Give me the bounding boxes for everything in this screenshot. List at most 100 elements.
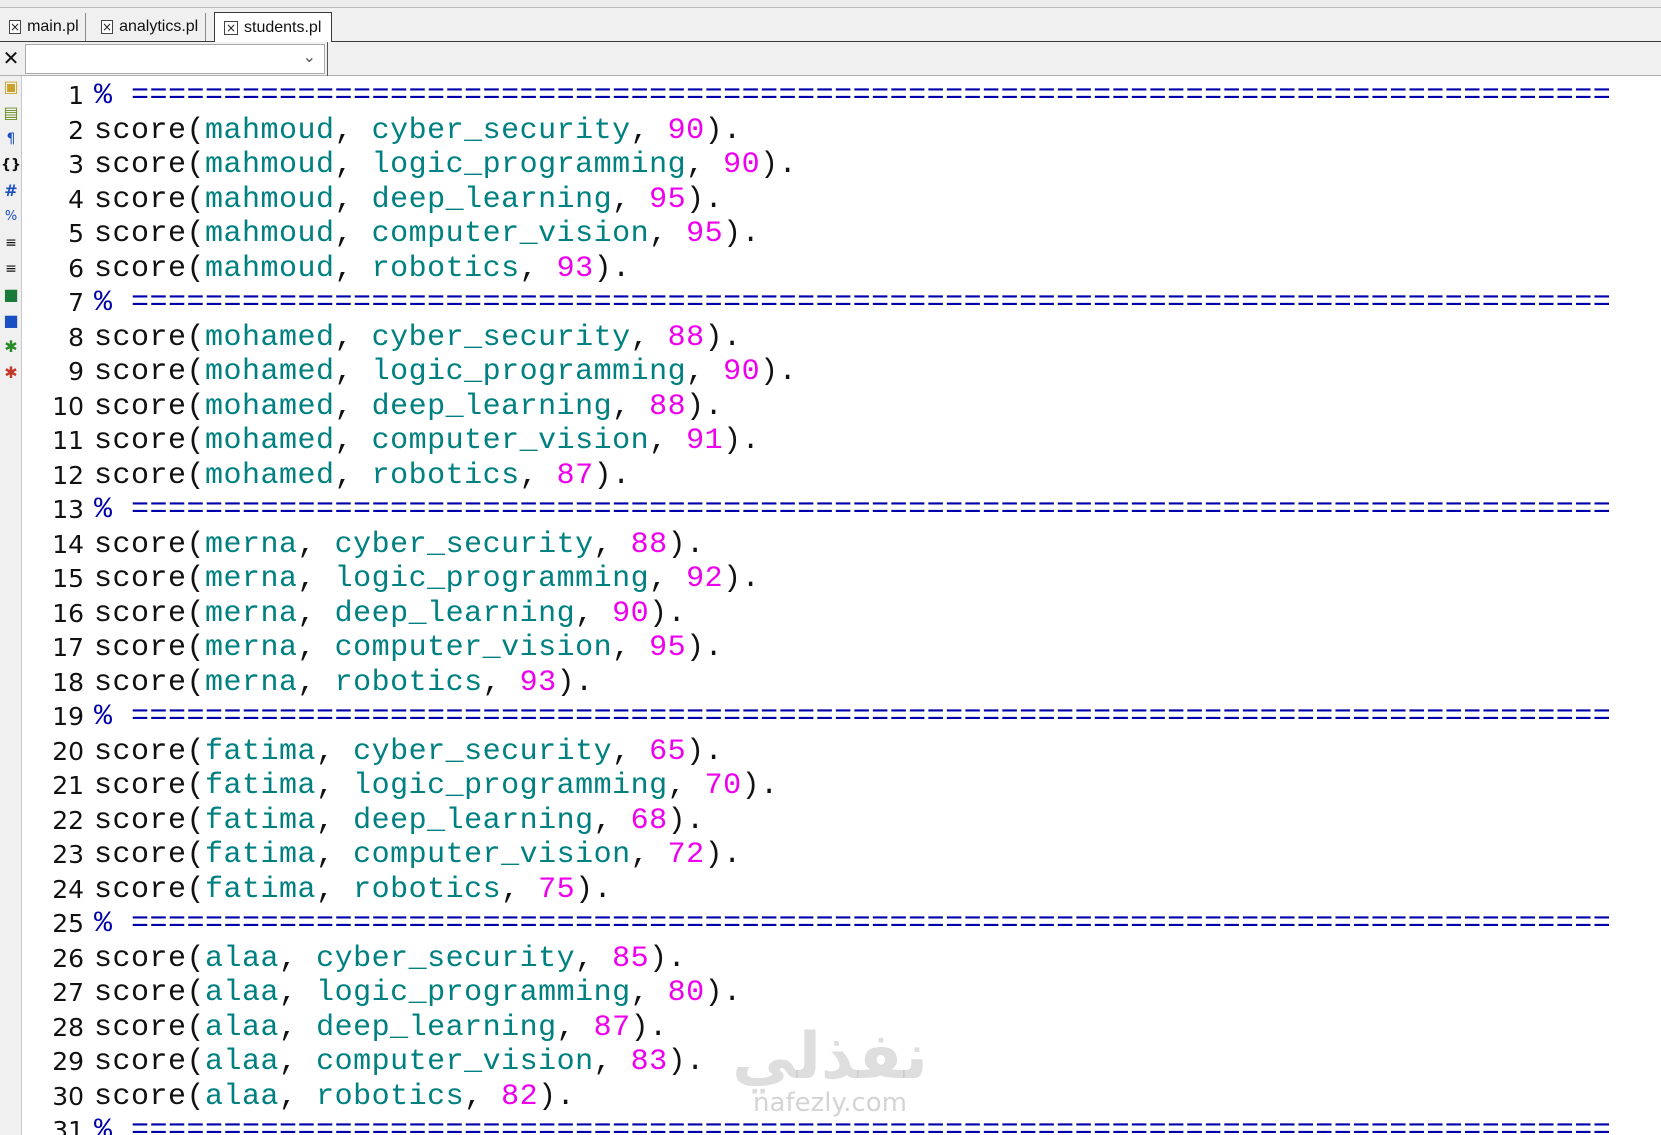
code-line-fact: 14 score(merna, cyber_security, 88). [22,528,1661,563]
open-paren: ( [186,803,206,838]
score-value: 95 [649,182,687,217]
open-paren: ( [186,734,206,769]
comma: , [482,665,520,700]
percent-icon[interactable]: % [1,206,21,228]
fact-text: score(mohamed, robotics, 87). [94,459,631,494]
open-paren: ( [186,389,206,424]
comma: , [334,148,372,182]
student-atom: alaa [205,1010,280,1045]
pilcrow-icon[interactable]: ¶ [1,128,21,150]
open-paren: ( [186,1010,206,1045]
score-value: 93 [556,251,594,286]
subject-atom: cyber_security [371,113,631,148]
bug-stop-icon[interactable]: ✱ [1,362,21,384]
braces-icon[interactable]: {} [1,154,21,176]
predicate-name: score [94,1010,187,1045]
tab-close-icon[interactable]: × [101,20,114,34]
student-atom: mohamed [205,458,335,493]
close-paren-dot: ). [704,976,742,1010]
comma: , [316,872,354,907]
chevron-down-icon[interactable]: ⌄ [303,47,316,66]
outdent-icon[interactable]: ≡ [1,258,21,280]
comma: , [667,769,705,803]
bookmark-clear-icon[interactable]: ■ [1,310,21,332]
close-paren-dot: ). [704,838,742,872]
predicate-name: score [94,665,187,700]
code-line-fact: 8 score(mohamed, cyber_security, 88). [22,321,1661,356]
student-atom: mahmoud [205,113,335,148]
comma: , [279,976,317,1010]
code-line-fact: 15 score(merna, logic_programming, 92). [22,562,1661,597]
tab-students-pl[interactable]: × students.pl [214,12,332,42]
code-line-comment: 19 % ====================================… [22,700,1661,735]
score-value: 90 [667,113,705,148]
score-value: 91 [686,424,724,458]
subject-atom: deep_learning [334,596,576,631]
tab-label: main.pl [27,18,79,35]
line-number: 26 [52,943,84,973]
editor-toolbar: ✕ ⌄ [0,42,1661,76]
close-paren-dot: ). [593,251,631,286]
comma: , [297,562,335,596]
open-file-icon[interactable]: ▣ [1,76,21,98]
line-number: 3 [68,150,84,179]
predicate-name: score [94,769,187,803]
line-number: 31 [52,1116,84,1135]
close-paren-dot: ). [760,148,798,182]
student-atom: mahmoud [205,182,335,217]
comma: , [519,458,557,493]
open-paren: ( [186,217,206,251]
fact-text: score(fatima, logic_programming, 70). [94,769,779,804]
subject-atom: cyber_security [371,320,631,355]
score-value: 83 [630,1045,668,1079]
predicate-dropdown[interactable]: ⌄ [25,44,325,74]
code-line-comment: 1 % =====================================… [22,79,1661,114]
hash-icon[interactable]: # [1,180,21,202]
line-number: 11 [52,426,84,455]
tab-label: analytics.pl [119,18,199,35]
fact-text: score(mahmoud, cyber_security, 90). [94,114,742,149]
student-atom: fatima [205,769,317,803]
comma: , [334,251,372,286]
bug-icon[interactable]: ✱ [1,336,21,358]
comma: , [612,631,650,665]
tab-close-icon[interactable]: × [224,20,238,35]
close-paren-dot: ). [649,941,687,976]
line-number: 13 [52,495,84,524]
code-editor[interactable]: 1 % =====================================… [22,76,1661,1135]
code-line-comment: 25 % ====================================… [22,907,1661,942]
open-paren: ( [186,941,206,976]
comma: , [649,562,687,596]
line-number: 16 [52,598,84,628]
bookmark-icon[interactable]: ■ [1,284,21,306]
predicate-name: score [94,458,187,493]
predicate-name: score [94,389,187,424]
predicate-name: score [94,251,187,286]
code-line-fact: 20 score(fatima, cyber_security, 65). [22,735,1661,770]
open-paren: ( [186,1079,206,1114]
student-atom: merna [205,527,298,562]
fact-text: score(alaa, robotics, 82). [94,1080,575,1115]
subject-atom: robotics [371,251,520,286]
tab-main-pl[interactable]: × main.pl [0,13,86,41]
line-number: 20 [52,736,84,766]
close-icon[interactable]: ✕ [0,46,22,70]
comma: , [575,596,613,631]
score-value: 80 [667,976,705,1010]
tab-close-icon[interactable]: × [9,20,22,34]
subject-atom: robotics [334,665,483,700]
student-atom: mahmoud [205,148,335,182]
indent-icon[interactable]: ≡ [1,232,21,254]
predicate-name: score [94,941,187,976]
student-atom: fatima [205,872,317,907]
fact-text: score(alaa, logic_programming, 80). [94,976,742,1011]
close-paren-dot: ). [686,389,724,424]
save-file-icon[interactable]: ▤ [1,102,21,124]
tab-analytics-pl[interactable]: × analytics.pl [92,13,206,41]
score-value: 95 [686,217,724,251]
score-value: 88 [630,527,668,562]
vertical-scroll-area[interactable] [1641,76,1661,1135]
predicate-name: score [94,424,187,458]
line-number: 23 [52,840,84,869]
open-paren: ( [186,148,206,182]
